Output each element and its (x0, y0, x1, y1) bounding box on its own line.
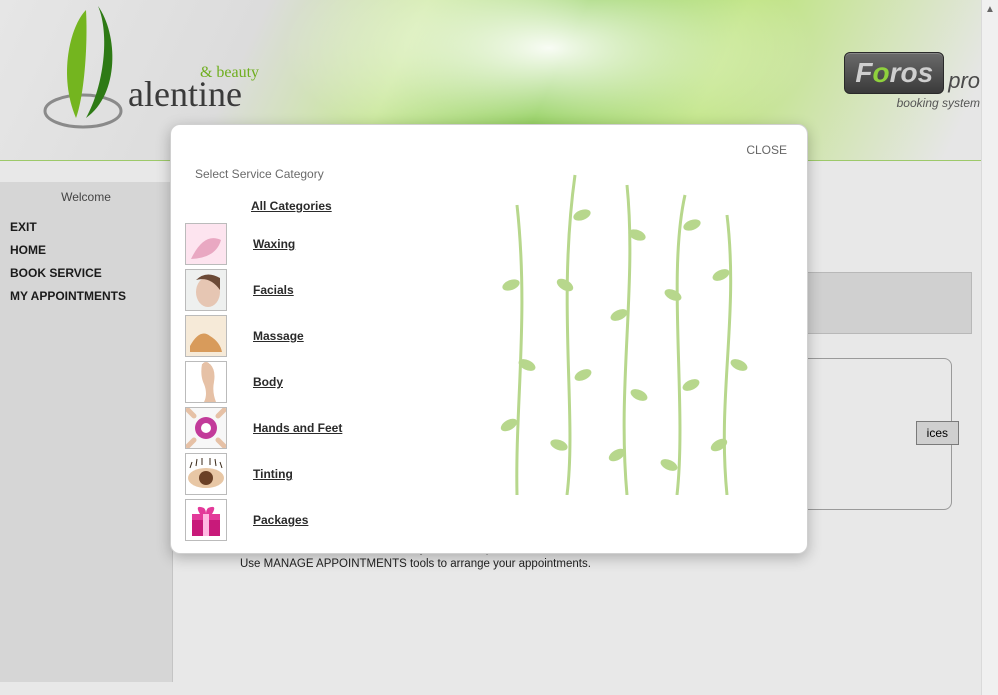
scroll-up-icon[interactable]: ▲ (983, 1, 997, 17)
category-row-body[interactable]: Body (185, 359, 342, 405)
modal-close-button[interactable]: CLOSE (746, 143, 787, 157)
brand-logo: alentine & beauty (28, 6, 301, 136)
foros-badge: Foros (844, 52, 944, 94)
category-link-all[interactable]: All Categories (251, 199, 332, 213)
category-list: All Categories Waxing Facials Massage Bo (185, 191, 342, 543)
decorative-vines-icon (487, 165, 767, 495)
service-category-modal: CLOSE Select Service Category All Catego… (170, 124, 808, 554)
category-row-waxing[interactable]: Waxing (185, 221, 342, 267)
category-link-packages[interactable]: Packages (253, 513, 308, 527)
sidebar-item-home[interactable]: HOME (0, 239, 172, 262)
category-thumb-hands-and-feet (185, 407, 227, 449)
category-row-packages[interactable]: Packages (185, 497, 342, 543)
leaf-logo-icon (28, 6, 138, 136)
category-row-tinting[interactable]: Tinting (185, 451, 342, 497)
category-link-tinting[interactable]: Tinting (253, 467, 293, 481)
modal-title: Select Service Category (195, 167, 324, 181)
product-branding: Foros pro booking system (844, 52, 980, 110)
sidebar-item-my-appointments[interactable]: MY APPOINTMENTS (0, 285, 172, 308)
sidebar-item-book-service[interactable]: BOOK SERVICE (0, 262, 172, 285)
category-link-hands-and-feet[interactable]: Hands and Feet (253, 421, 342, 435)
brand-tagline: & beauty (200, 64, 259, 82)
category-thumb-body (185, 361, 227, 403)
category-link-body[interactable]: Body (253, 375, 283, 389)
category-row-facials[interactable]: Facials (185, 267, 342, 313)
category-row-massage[interactable]: Massage (185, 313, 342, 359)
category-link-waxing[interactable]: Waxing (253, 237, 295, 251)
category-link-massage[interactable]: Massage (253, 329, 304, 343)
category-row-hands-and-feet[interactable]: Hands and Feet (185, 405, 342, 451)
category-thumb-waxing (185, 223, 227, 265)
category-thumb-facials (185, 269, 227, 311)
category-thumb-massage (185, 315, 227, 357)
category-row-all[interactable]: All Categories (185, 191, 342, 221)
foros-subtitle: booking system (844, 96, 980, 110)
vertical-scrollbar[interactable]: ▲ (981, 0, 998, 695)
info-note-line: Use MANAGE APPOINTMENTS tools to arrange… (240, 557, 990, 573)
category-thumb-tinting (185, 453, 227, 495)
foros-suffix: pro (948, 68, 980, 94)
category-thumb-packages (185, 499, 227, 541)
category-link-facials[interactable]: Facials (253, 283, 294, 297)
sidebar-welcome: Welcome (0, 182, 172, 216)
sidebar-item-exit[interactable]: EXIT (0, 216, 172, 239)
services-button[interactable]: ices (916, 421, 959, 445)
sidebar: Welcome EXIT HOME BOOK SERVICE MY APPOIN… (0, 182, 173, 682)
